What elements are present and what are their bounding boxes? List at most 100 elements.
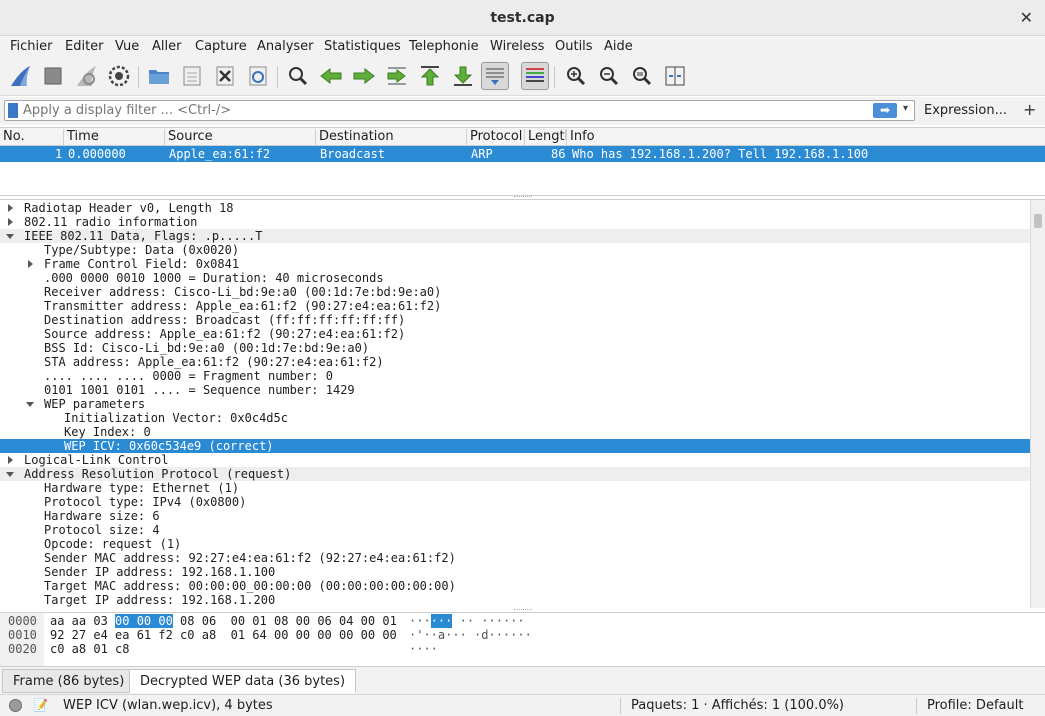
apply-filter-button[interactable]: ➡	[873, 103, 897, 118]
hex-bytes[interactable]: c0 a8 01 c8	[50, 642, 129, 656]
details-scrollbar[interactable]	[1030, 200, 1045, 608]
collapsed-arrow-icon[interactable]	[5, 215, 15, 229]
detail-tree-item[interactable]: Hardware type: Ethernet (1)	[0, 481, 1030, 495]
go-back-icon[interactable]	[317, 62, 345, 90]
display-filter-input[interactable]	[23, 102, 843, 119]
detail-tree-item[interactable]: Type/Subtype: Data (0x0020)	[0, 243, 1030, 257]
menu-aide[interactable]: Aide	[604, 39, 633, 54]
detail-tree-item[interactable]: Protocol size: 4	[0, 523, 1030, 537]
close-window-button[interactable]: ✕	[1020, 8, 1033, 27]
restart-capture-icon[interactable]	[72, 62, 100, 90]
zoom-out-icon[interactable]	[595, 62, 623, 90]
detail-tree-item[interactable]: IEEE 802.11 Data, Flags: .p.....T	[0, 229, 1030, 243]
detail-tree-item[interactable]: Target MAC address: 00:00:00_00:00:00 (0…	[0, 579, 1030, 593]
bytes-tab-bar: Frame (86 bytes) Decrypted WEP data (36 …	[0, 666, 1045, 694]
detail-tree-item[interactable]: 802.11 radio information	[0, 215, 1030, 229]
column-header-length[interactable]: Length	[525, 129, 567, 146]
colorize-icon[interactable]	[521, 62, 549, 90]
reload-file-icon[interactable]	[244, 62, 272, 90]
capture-options-icon[interactable]	[105, 62, 133, 90]
menu-aller[interactable]: Aller	[152, 39, 181, 54]
collapsed-arrow-icon[interactable]	[25, 257, 35, 271]
menu-statistiques[interactable]: Statistiques	[324, 39, 401, 54]
column-header-no[interactable]: No.	[0, 129, 64, 146]
detail-tree-item[interactable]: Receiver address: Cisco-Li_bd:9e:a0 (00:…	[0, 285, 1030, 299]
stop-capture-icon[interactable]	[39, 62, 67, 90]
hex-ascii[interactable]: ····	[409, 642, 438, 656]
expanded-arrow-icon[interactable]	[5, 467, 15, 481]
expression-button[interactable]: Expression...	[924, 103, 1007, 118]
save-file-icon[interactable]	[178, 62, 206, 90]
menu-wireless[interactable]: Wireless	[490, 39, 544, 54]
packet-row[interactable]: 1 0.000000 Apple_ea:61:f2 Broadcast ARP …	[0, 146, 1045, 162]
detail-tree-item[interactable]: WEP ICV: 0x60c534e9 (correct)	[0, 439, 1030, 453]
find-packet-icon[interactable]	[284, 62, 312, 90]
display-filter-field[interactable]: ➡ ▾	[4, 100, 915, 121]
detail-tree-item[interactable]: Frame Control Field: 0x0841	[0, 257, 1030, 271]
close-file-icon[interactable]	[211, 62, 239, 90]
bookmark-icon[interactable]	[8, 103, 18, 118]
detail-tree-item[interactable]: Target IP address: 192.168.1.200	[0, 593, 1030, 607]
detail-tree-item[interactable]: Destination address: Broadcast (ff:ff:ff…	[0, 313, 1030, 327]
collapsed-arrow-icon[interactable]	[5, 453, 15, 467]
menu-outils[interactable]: Outils	[555, 39, 593, 54]
go-last-icon[interactable]	[449, 62, 477, 90]
detail-tree-item[interactable]: Logical-Link Control	[0, 453, 1030, 467]
detail-tree-item[interactable]: Transmitter address: Apple_ea:61:f2 (90:…	[0, 299, 1030, 313]
menu-capture[interactable]: Capture	[195, 39, 247, 54]
zoom-in-icon[interactable]	[562, 62, 590, 90]
go-forward-icon[interactable]	[350, 62, 378, 90]
expert-info-led-icon[interactable]	[9, 699, 22, 712]
hex-bytes[interactable]: 92 27 e4 ea 61 f2 c0 a8 01 64 00 00 00 0…	[50, 628, 397, 642]
resize-columns-icon[interactable]	[661, 62, 689, 90]
menu-editer[interactable]: Editer	[65, 39, 104, 54]
hex-ascii[interactable]: ······ ·· ······	[409, 614, 525, 628]
pane-splitter[interactable]	[514, 196, 532, 198]
expanded-arrow-icon[interactable]	[25, 397, 35, 411]
collapsed-arrow-icon[interactable]	[5, 201, 15, 215]
detail-tree-item[interactable]: Protocol type: IPv4 (0x0800)	[0, 495, 1030, 509]
column-header-info[interactable]: Info	[567, 129, 1045, 146]
detail-tree-item-label: Initialization Vector: 0x0c4d5c	[64, 411, 288, 425]
expanded-arrow-icon[interactable]	[5, 229, 15, 243]
open-file-icon[interactable]	[145, 62, 173, 90]
filter-dropdown-icon[interactable]: ▾	[903, 103, 908, 114]
detail-tree-item[interactable]: Hardware size: 6	[0, 509, 1030, 523]
detail-tree-item[interactable]: Sender MAC address: 92:27:e4:ea:61:f2 (9…	[0, 551, 1030, 565]
column-header-protocol[interactable]: Protocol	[467, 129, 525, 146]
detail-tree-item[interactable]: Address Resolution Protocol (request)	[0, 467, 1030, 481]
autoscroll-icon[interactable]	[481, 62, 509, 90]
tab-frame-bytes[interactable]: Frame (86 bytes)	[2, 669, 136, 693]
detail-tree-item[interactable]: WEP parameters	[0, 397, 1030, 411]
detail-tree-item[interactable]: Key Index: 0	[0, 425, 1030, 439]
detail-tree-item[interactable]: Source address: Apple_ea:61:f2 (90:27:e4…	[0, 327, 1030, 341]
detail-tree-item[interactable]: Initialization Vector: 0x0c4d5c	[0, 411, 1030, 425]
profile-status[interactable]: Profile: Default	[927, 698, 1023, 713]
detail-tree-item[interactable]: .... .... .... 0000 = Fragment number: 0	[0, 369, 1030, 383]
menu-telephonie[interactable]: Telephonie	[409, 39, 479, 54]
detail-tree-item[interactable]: Opcode: request (1)	[0, 537, 1030, 551]
column-header-destination[interactable]: Destination	[316, 129, 467, 146]
menu-analyser[interactable]: Analyser	[257, 39, 314, 54]
detail-tree-item[interactable]: STA address: Apple_ea:61:f2 (90:27:e4:ea…	[0, 355, 1030, 369]
detail-tree-item[interactable]: BSS Id: Cisco-Li_bd:9e:a0 (00:1d:7e:bd:9…	[0, 341, 1030, 355]
column-header-source[interactable]: Source	[165, 129, 316, 146]
detail-tree-item[interactable]: Radiotap Header v0, Length 18	[0, 201, 1030, 215]
add-filter-button[interactable]: +	[1023, 100, 1036, 119]
menu-fichier[interactable]: Fichier	[10, 39, 53, 54]
go-first-icon[interactable]	[416, 62, 444, 90]
pane-splitter[interactable]	[514, 609, 532, 611]
zoom-reset-icon[interactable]	[628, 62, 656, 90]
shark-fin-start-icon[interactable]	[6, 62, 34, 90]
scrollbar-thumb[interactable]	[1034, 214, 1042, 228]
detail-tree-item[interactable]: .000 0000 0010 1000 = Duration: 40 micro…	[0, 271, 1030, 285]
detail-tree-item[interactable]: 0101 1001 0101 .... = Sequence number: 1…	[0, 383, 1030, 397]
menu-vue[interactable]: Vue	[115, 39, 139, 54]
column-header-time[interactable]: Time	[64, 129, 165, 146]
hex-ascii[interactable]: ·'··a··· ·d······	[409, 628, 532, 642]
capture-comment-icon[interactable]: 📝	[33, 698, 48, 712]
detail-tree-item[interactable]: Sender IP address: 192.168.1.100	[0, 565, 1030, 579]
hex-bytes[interactable]: aa aa 03 00 00 00 08 06 00 01 08 00 06 0…	[50, 614, 397, 628]
tab-decrypted-wep-data[interactable]: Decrypted WEP data (36 bytes)	[129, 669, 357, 693]
go-to-packet-icon[interactable]	[383, 62, 411, 90]
